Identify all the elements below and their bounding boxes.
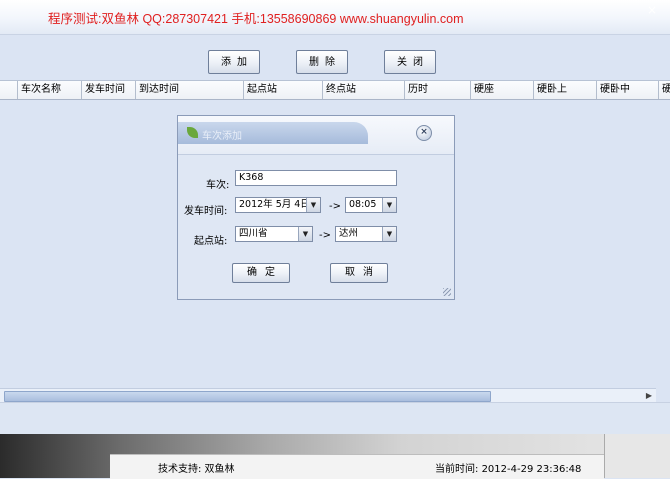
train-number-label: 车次:: [206, 180, 230, 191]
column-header[interactable]: 硬: [658, 81, 670, 99]
column-header[interactable]: 终点站: [322, 81, 404, 99]
add-train-dialog: 车次添加 × 车次: K368 发车时间: 2012年 5月 4日 ▼ -> 0…: [177, 115, 455, 300]
column-header[interactable]: 硬座: [470, 81, 533, 99]
current-time: 当前时间: 2012-4-29 23:36:48: [435, 460, 581, 475]
bottom-panel: [0, 402, 670, 435]
dialog-close-icon[interactable]: ×: [416, 125, 432, 141]
confirm-button[interactable]: 确定: [232, 263, 290, 283]
dialog-title-bar[interactable]: 车次添加 ×: [178, 116, 454, 154]
column-header[interactable]: 发车时间: [81, 81, 135, 99]
start-city-select[interactable]: 达州 ▼: [335, 226, 397, 242]
train-grid-header: 车次名称 发车时间 到达时间 起点站 终点站 历时 硬座 硬卧上 硬卧中 硬: [0, 80, 670, 100]
start-station-label: 起点站:: [194, 236, 228, 247]
column-header[interactable]: 硬卧上: [533, 81, 596, 99]
depart-time-value: 08:05: [349, 199, 377, 210]
start-city-value: 达州: [339, 228, 359, 239]
chevron-down-icon[interactable]: ▼: [306, 198, 320, 212]
train-number-input[interactable]: K368: [235, 170, 397, 186]
support-text: 技术支持: 双鱼林: [158, 464, 235, 475]
status-corner: [604, 434, 670, 478]
start-province-select[interactable]: 四川省 ▼: [235, 226, 313, 242]
close-button[interactable]: 关闭: [384, 50, 436, 74]
chevron-down-icon[interactable]: ▼: [382, 198, 396, 212]
window-close-icon[interactable]: ×: [642, 0, 662, 20]
chevron-down-icon[interactable]: ▼: [382, 227, 396, 241]
leaf-icon: [187, 127, 198, 138]
depart-time-picker[interactable]: 08:05 ▼: [345, 197, 397, 213]
start-province-value: 四川省: [239, 228, 268, 239]
delete-button[interactable]: 删除: [296, 50, 348, 74]
scroll-right-icon[interactable]: ▶: [642, 389, 656, 402]
column-header[interactable]: 硬卧中: [596, 81, 658, 99]
dialog-title-tab: 车次添加: [178, 122, 368, 144]
depart-time-label: 发车时间:: [184, 206, 228, 217]
dialog-title: 车次添加: [202, 131, 242, 142]
horizontal-scrollbar[interactable]: ▶: [0, 388, 656, 403]
arrow-text: ->: [319, 230, 331, 241]
column-header[interactable]: 历时: [404, 81, 470, 99]
add-button[interactable]: 添加: [208, 50, 260, 74]
scrollbar-thumb[interactable]: [4, 391, 491, 402]
column-header[interactable]: 车次名称: [17, 81, 81, 99]
time-label: 当前时间:: [435, 464, 479, 475]
column-header[interactable]: 到达时间: [135, 81, 243, 99]
header-banner: 程序测试:双鱼林 QQ:287307421 手机:13558690869 www…: [0, 0, 670, 35]
resize-grip-icon[interactable]: [443, 288, 451, 296]
divider: [178, 154, 454, 155]
chevron-down-icon[interactable]: ▼: [298, 227, 312, 241]
status-bar: 技术支持: 双鱼林 当前时间: 2012-4-29 23:36:48: [0, 434, 670, 479]
time-value: 2012-4-29 23:36:48: [481, 464, 582, 475]
banner-text: 程序测试:双鱼林 QQ:287307421 手机:13558690869 www…: [48, 12, 464, 26]
status-panel: 技术支持: 双鱼林 当前时间: 2012-4-29 23:36:48: [110, 454, 604, 479]
depart-date-value: 2012年 5月 4日: [239, 199, 310, 210]
column-header[interactable]: 起点站: [243, 81, 322, 99]
cancel-button[interactable]: 取消: [330, 263, 388, 283]
arrow-text: ->: [329, 201, 341, 212]
depart-date-picker[interactable]: 2012年 5月 4日 ▼: [235, 197, 321, 213]
